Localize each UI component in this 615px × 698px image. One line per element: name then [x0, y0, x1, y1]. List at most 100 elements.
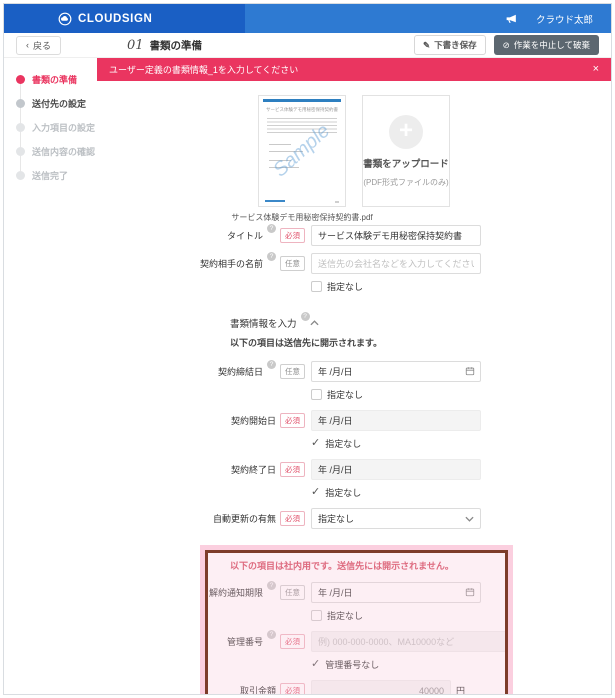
upload-title: 書類をアップロード: [363, 156, 449, 170]
transaction-amount-input: [311, 680, 451, 695]
conclusion-date-input[interactable]: [311, 361, 481, 382]
start-date-row: 契約開始日 必須: [97, 410, 611, 431]
cancel-notice-row: 解約通知期限 ? 任意: [97, 582, 611, 603]
brand-logo[interactable]: CLOUDSIGN: [4, 4, 245, 33]
step-dot: [16, 75, 25, 84]
page-title: 書類の準備: [150, 38, 203, 53]
upload-document-dropzone[interactable]: + 書類をアップロード (PDF形式ファイルのみ): [362, 95, 450, 207]
info-icon[interactable]: ?: [267, 581, 276, 590]
partner-field-label: 契約相手の名前: [200, 257, 263, 270]
sidebar-step-confirm: 送信内容の確認: [4, 139, 97, 163]
disclosed-note: 以下の項目は送信先に開示されます。: [230, 336, 611, 349]
info-icon[interactable]: ?: [267, 630, 276, 639]
pencil-icon: ✎: [423, 40, 430, 51]
conclusion-date-label: 契約締結日: [218, 365, 263, 378]
start-date-input: [311, 410, 481, 431]
title-field-row: タイトル ? 必須: [97, 225, 611, 246]
auto-renewal-label: 自動更新の有無: [213, 512, 276, 525]
save-draft-button[interactable]: ✎ 下書き保存: [414, 35, 486, 55]
title-input[interactable]: [311, 225, 481, 246]
app-window: CLOUDSIGN クラウド太郎 ‹ 戻る 01 書類の準備 ✎ 下書き保存 ⊘…: [3, 3, 612, 695]
document-area: サービス体験デモ用秘密保持契約書 Sample サービス体験デモ用秘密保持契約書…: [97, 95, 611, 207]
auto-renewal-select[interactable]: 指定なし: [311, 508, 481, 529]
preview-decoration: [263, 99, 341, 102]
transaction-amount-row: 取引金額 必須 円: [97, 680, 611, 695]
partner-field-row: 契約相手の名前 ? 任意: [97, 253, 611, 274]
prohibit-icon: ⊘: [503, 40, 510, 51]
main-content: ユーザー定義の書類情報_1を入力してください × サービス体験デモ用秘密保持契約…: [97, 58, 611, 694]
cancel-notice-label: 解約通知期限: [209, 586, 263, 599]
info-icon[interactable]: ?: [301, 312, 310, 321]
step-number: 01: [127, 38, 144, 53]
transaction-amount-label: 取引金額: [240, 684, 276, 695]
preview-page-number: [335, 201, 339, 203]
pdf-filename: サービス体験デモ用秘密保持契約書.pdf: [231, 212, 372, 223]
preview-doc-title: サービス体験デモ用秘密保持契約書: [259, 107, 345, 113]
document-info-section-header[interactable]: 書類情報を入力 ?: [230, 316, 501, 330]
optional-badge: 任意: [280, 585, 305, 600]
sidebar-step-document-prep: 書類の準備: [4, 67, 97, 91]
calendar-icon[interactable]: [465, 587, 475, 597]
sidebar-step-recipients: 送付先の設定: [4, 91, 97, 115]
cancel-notice-date-input[interactable]: [311, 582, 481, 603]
partner-name-input[interactable]: [311, 253, 481, 274]
currency-unit: 円: [456, 684, 465, 695]
user-name[interactable]: クラウド太郎: [536, 12, 593, 26]
required-badge: 必須: [280, 683, 305, 695]
announcements-icon[interactable]: [505, 12, 518, 25]
end-date-input: [311, 459, 481, 480]
pdf-preview-thumbnail[interactable]: サービス体験デモ用秘密保持契約書 Sample: [258, 95, 346, 207]
close-icon[interactable]: ×: [593, 64, 599, 75]
progress-sidebar: 書類の準備 送付先の設定 入力項目の設定 送信内容の確認 送信完了: [4, 58, 97, 694]
abort-discard-button[interactable]: ⊘ 作業を中止して破棄: [494, 35, 599, 55]
check-icon[interactable]: ✓: [311, 487, 320, 498]
upload-subtitle: (PDF形式ファイルのみ): [363, 177, 448, 188]
check-icon[interactable]: ✓: [311, 659, 320, 670]
optional-badge: 任意: [280, 256, 305, 271]
required-badge: 必須: [280, 511, 305, 526]
checkbox-label: 指定なし: [327, 280, 363, 293]
top-navbar: CLOUDSIGN クラウド太郎: [4, 4, 611, 33]
management-number-row: 管理番号 ? 必須: [97, 631, 611, 652]
checkbox-label: 指定なし: [327, 609, 363, 622]
brand-logo-text: CLOUDSIGN: [78, 13, 152, 25]
internal-use-section: 以下の項目は社内用です。送信先には開示されません。 解約通知期限 ? 任意: [97, 550, 611, 695]
chevron-down-icon: [465, 516, 474, 522]
checkbox-unchecked[interactable]: [311, 281, 322, 292]
stepper: 書類の準備 送付先の設定 入力項目の設定 送信内容の確認 送信完了: [4, 67, 97, 187]
back-button[interactable]: ‹ 戻る: [16, 36, 61, 55]
check-icon[interactable]: ✓: [311, 438, 320, 449]
selected-option: 指定なし: [318, 512, 354, 525]
internal-use-note: 以下の項目は社内用です。送信先には開示されません。: [230, 559, 611, 572]
checkbox-label: 指定なし: [327, 388, 363, 401]
chevron-up-icon[interactable]: [310, 320, 319, 326]
end-date-row: 契約終了日 必須: [97, 459, 611, 480]
info-icon[interactable]: ?: [267, 224, 276, 233]
back-button-label: 戻る: [33, 39, 51, 52]
calendar-icon[interactable]: [465, 366, 475, 376]
cloud-logo-icon: [58, 12, 72, 26]
auto-renewal-row: 自動更新の有無 必須 指定なし: [97, 508, 611, 529]
preview-signature-lines: [269, 160, 345, 168]
step-dot: [16, 123, 25, 132]
checkbox-unchecked[interactable]: [311, 389, 322, 400]
document-info-form: タイトル ? 必須 契約相手の名前 ? 任意: [97, 225, 611, 695]
conclusion-none-checkbox-row: 指定なし: [311, 387, 611, 402]
title-field-label: タイトル: [227, 229, 263, 242]
sidebar-step-complete: 送信完了: [4, 163, 97, 187]
conclusion-date-row: 契約締結日 ? 任意: [97, 361, 611, 382]
info-icon[interactable]: ?: [267, 360, 276, 369]
preview-footer-logo: [265, 200, 285, 203]
management-number-input: [311, 631, 507, 652]
checkbox-label: 指定なし: [325, 486, 361, 499]
management-number-label: 管理番号: [227, 635, 263, 648]
checkbox-unchecked[interactable]: [311, 610, 322, 621]
validation-alert-banner: ユーザー定義の書類情報_1を入力してください ×: [97, 58, 611, 81]
end-none-checkbox-row: ✓ 指定なし: [311, 485, 611, 500]
checkbox-label: 管理番号なし: [325, 658, 379, 671]
checkbox-label: 指定なし: [325, 437, 361, 450]
info-icon[interactable]: ?: [267, 252, 276, 261]
required-badge: 必須: [280, 634, 305, 649]
partner-none-checkbox-row: 指定なし: [311, 279, 611, 294]
optional-badge: 任意: [280, 364, 305, 379]
